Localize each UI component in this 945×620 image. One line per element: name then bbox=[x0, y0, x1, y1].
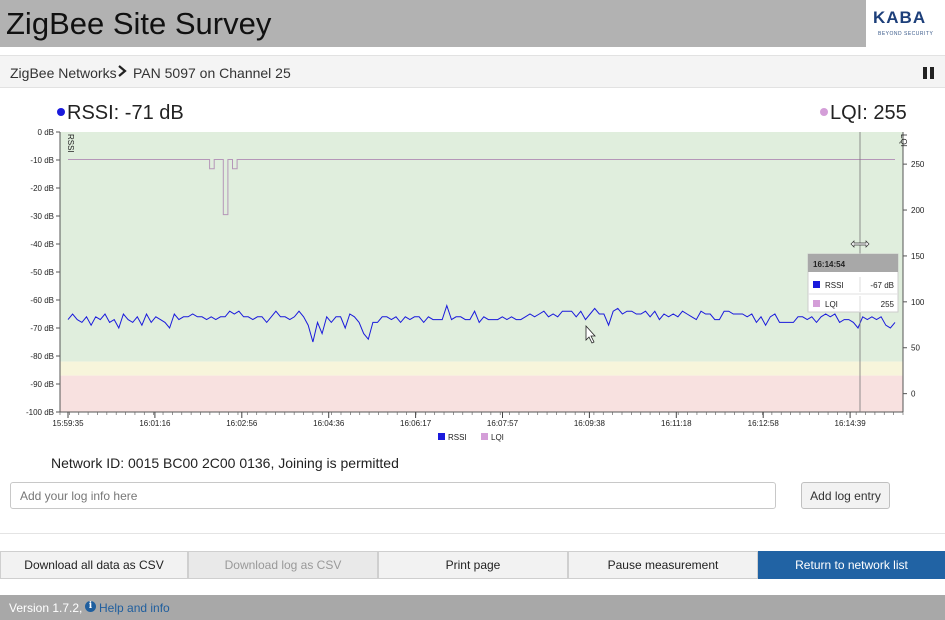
rssi-lqi-chart: 0 dB -10 dB -20 dB -30 dB -40 dB -50 dB -60 dB… bbox=[26, 128, 925, 442]
info-icon[interactable]: i bbox=[85, 601, 96, 612]
right-tick-label: 50 bbox=[911, 344, 920, 353]
log-info-input[interactable] bbox=[10, 482, 776, 509]
tooltip-swatch bbox=[813, 281, 820, 288]
rssi-readout: RSSI: -71 dB bbox=[57, 102, 184, 125]
tooltip-row-label: LQI bbox=[825, 300, 838, 309]
legend-label-lqi: LQI bbox=[491, 433, 504, 442]
x-tick-label: 16:04:36 bbox=[313, 419, 345, 428]
action-bar: Download all data as CSV Download log as… bbox=[0, 551, 945, 579]
chart-band-2 bbox=[60, 375, 903, 412]
pause-measurement-button[interactable]: Pause measurement bbox=[568, 551, 758, 579]
chevron-right-icon bbox=[118, 65, 127, 77]
tooltip-row-value: 255 bbox=[881, 300, 895, 309]
x-tick-label: 16:07:57 bbox=[487, 419, 519, 428]
x-tick-label: 16:09:38 bbox=[574, 419, 606, 428]
footer: Version 1.7.2, i Help and info bbox=[0, 595, 945, 620]
left-tick-label: -10 dB bbox=[30, 156, 54, 165]
network-id-status: Network ID: 0015 BC00 2C00 0136, Joining… bbox=[51, 455, 399, 471]
breadcrumb-networks-link[interactable]: ZigBee Networks bbox=[10, 65, 117, 81]
left-tick-label: -100 dB bbox=[26, 408, 54, 417]
app-header: ZigBee Site Survey bbox=[0, 0, 866, 47]
right-tick-label: 250 bbox=[911, 160, 925, 169]
return-to-network-list-button[interactable]: Return to network list bbox=[758, 551, 945, 579]
tooltip-time: 16:14:54 bbox=[813, 260, 846, 269]
left-tick-label: -60 dB bbox=[30, 296, 54, 305]
print-page-button[interactable]: Print page bbox=[378, 551, 568, 579]
rssi-readout-text: RSSI: -71 dB bbox=[67, 102, 184, 124]
left-tick-label: -20 dB bbox=[30, 184, 54, 193]
left-tick-label: -30 dB bbox=[30, 212, 54, 221]
tooltip-row-value: -67 dB bbox=[870, 281, 894, 290]
x-tick-label: 16:06:17 bbox=[400, 419, 432, 428]
right-tick-label: 100 bbox=[911, 298, 925, 307]
lqi-dot-icon bbox=[820, 108, 828, 116]
left-tick-label: -40 dB bbox=[30, 240, 54, 249]
lqi-readout-text: LQI: 255 bbox=[830, 102, 907, 124]
lqi-readout: LQI: 255 bbox=[820, 102, 907, 125]
breadcrumb-current: PAN 5097 on Channel 25 bbox=[133, 65, 291, 81]
logo-tagline: BEYOND SECURITY bbox=[878, 31, 934, 37]
chart-band-0 bbox=[60, 132, 903, 362]
x-tick-label: 16:14:39 bbox=[835, 419, 867, 428]
breadcrumb: ZigBee Networks PAN 5097 on Channel 25 bbox=[0, 55, 945, 88]
app-title: ZigBee Site Survey bbox=[6, 6, 272, 41]
legend-label-rssi: RSSI bbox=[448, 433, 467, 442]
left-tick-label: -50 dB bbox=[30, 268, 54, 277]
help-and-info-link[interactable]: Help and info bbox=[99, 601, 170, 615]
left-tick-label: -70 dB bbox=[30, 324, 54, 333]
x-tick-label: 15:59:35 bbox=[52, 419, 84, 428]
divider bbox=[0, 533, 945, 534]
left-tick-label: -90 dB bbox=[30, 380, 54, 389]
right-axis-title: LQI bbox=[899, 134, 908, 147]
right-tick-label: 0 bbox=[911, 390, 916, 399]
tooltip-swatch bbox=[813, 300, 820, 307]
x-tick-label: 16:02:56 bbox=[226, 419, 258, 428]
tooltip-row-label: RSSI bbox=[825, 281, 844, 290]
legend-swatch-lqi bbox=[481, 433, 488, 440]
logo-brand: KABA bbox=[873, 8, 927, 27]
rssi-dot-icon bbox=[57, 108, 65, 116]
kaba-logo: KABA BEYOND SECURITY bbox=[866, 0, 945, 47]
version-text: Version 1.7.2, bbox=[9, 601, 83, 615]
x-tick-label: 16:11:18 bbox=[661, 419, 692, 428]
left-axis-title: RSSI bbox=[66, 134, 75, 153]
download-log-csv-button[interactable]: Download log as CSV bbox=[188, 551, 378, 579]
pause-icon[interactable] bbox=[923, 67, 935, 79]
right-tick-label: 200 bbox=[911, 206, 925, 215]
right-tick-label: 150 bbox=[911, 252, 925, 261]
add-log-entry-button[interactable]: Add log entry bbox=[801, 482, 890, 509]
chart-band-1 bbox=[60, 361, 903, 376]
x-tick-label: 16:01:16 bbox=[139, 419, 171, 428]
x-tick-label: 16:12:58 bbox=[748, 419, 780, 428]
left-tick-label: 0 dB bbox=[38, 128, 54, 137]
download-all-csv-button[interactable]: Download all data as CSV bbox=[0, 551, 188, 579]
left-tick-label: -80 dB bbox=[30, 352, 54, 361]
legend-swatch-rssi bbox=[438, 433, 445, 440]
